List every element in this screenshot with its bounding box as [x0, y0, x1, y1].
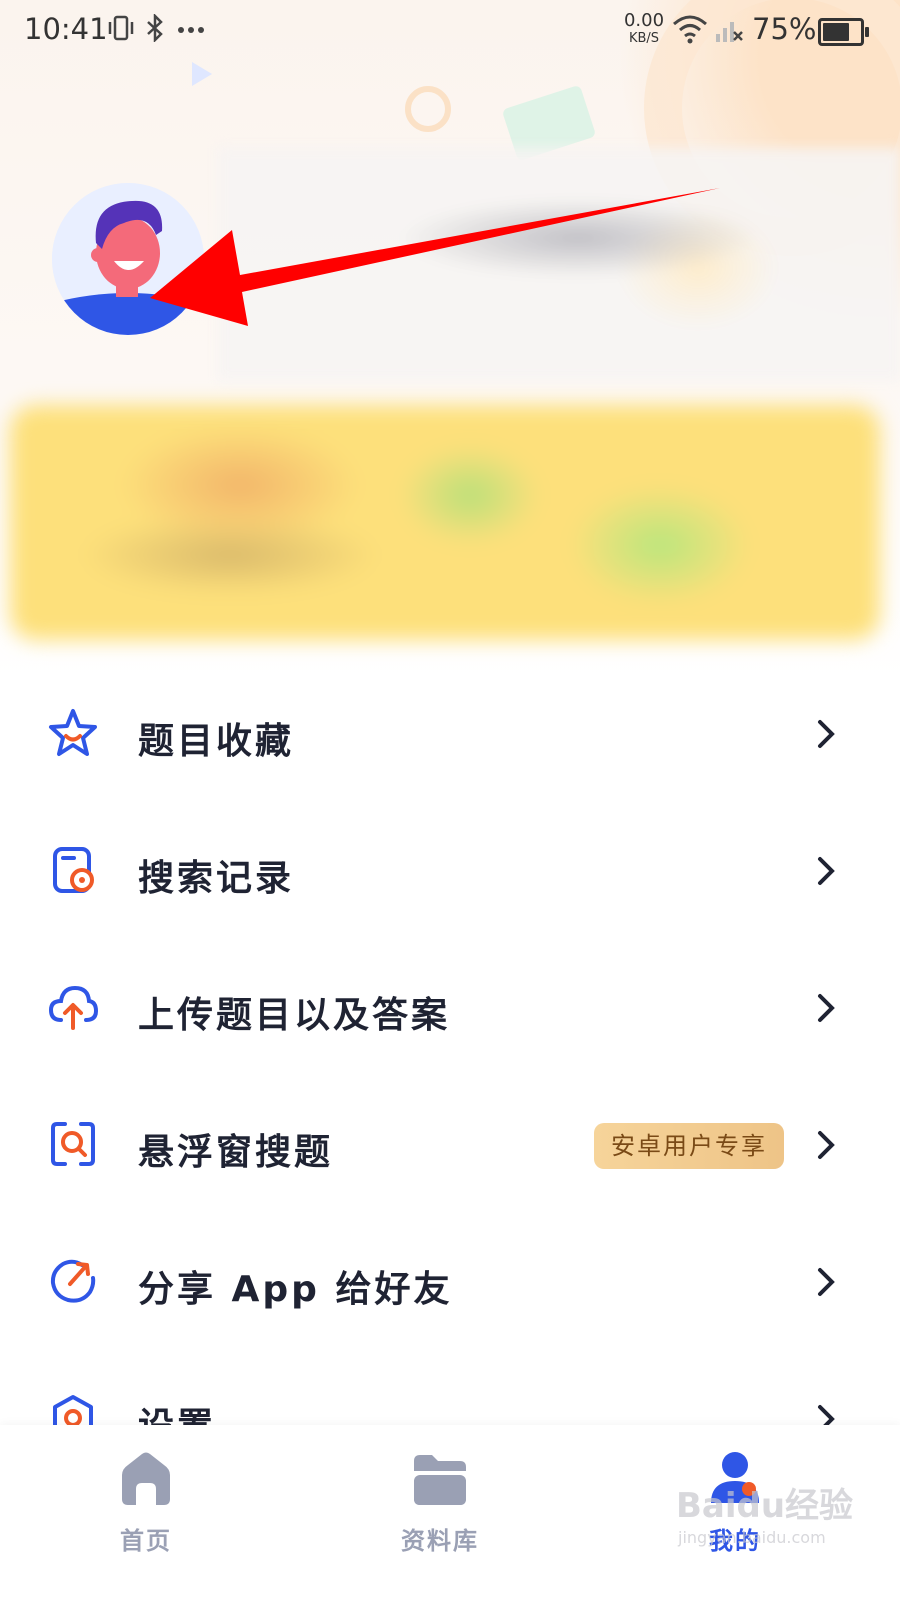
chevron-right-icon [818, 1268, 835, 1296]
signal-icon [714, 14, 744, 51]
search-history-icon [53, 847, 94, 893]
network-speed-unit: KB/S [628, 31, 660, 46]
baidu-jingyan-watermark: Baidu经验 [676, 1486, 854, 1526]
menu-item-search-history[interactable]: 搜索记录 [0, 805, 900, 925]
battery-fill [823, 23, 849, 41]
tab-home[interactable]: 首页 [56, 1425, 236, 1600]
menu-item-label: 分享 App 给好友 [138, 1269, 453, 1310]
menu-item-label: 悬浮窗搜题 [138, 1132, 334, 1173]
bluetooth-icon [145, 12, 165, 49]
status-bar: 10:41 0.00 KB/S 75% [0, 0, 900, 64]
home-icon [122, 1452, 170, 1505]
decorative-play-icon [192, 62, 212, 86]
decorative-search-icon [405, 86, 451, 132]
menu-item-settings[interactable]: 设置 [0, 1353, 900, 1425]
menu-item-favorites[interactable]: 题目收藏 [0, 668, 900, 788]
folder-icon [414, 1455, 466, 1505]
wifi-icon [672, 14, 708, 51]
network-speed: 0.00 KB/S [622, 12, 666, 48]
upload-cloud-icon [48, 985, 98, 1030]
share-icon [50, 1259, 96, 1303]
menu-item-label: 题目收藏 [138, 721, 295, 762]
menu-item-floating-search[interactable]: 悬浮窗搜题 安卓用户专享 [0, 1079, 900, 1199]
android-exclusive-badge: 安卓用户专享 [594, 1123, 784, 1169]
star-icon [49, 709, 97, 756]
settings-icon [53, 1395, 93, 1425]
menu-item-label: 设置 [138, 1397, 216, 1425]
tab-label: 首页 [120, 1527, 172, 1555]
tab-library[interactable]: 资料库 [350, 1425, 530, 1600]
menu-item-label: 上传题目以及答案 [138, 995, 451, 1036]
more-dots-icon [176, 14, 206, 49]
chevron-right-icon [818, 1131, 835, 1159]
red-arrow-annotation [150, 188, 720, 326]
menu-item-label: 搜索记录 [138, 858, 295, 899]
chevron-right-icon [818, 1405, 835, 1425]
chevron-right-icon [818, 720, 835, 748]
battery-icon [818, 18, 869, 46]
chevron-right-icon [818, 994, 835, 1022]
tab-label: 资料库 [401, 1527, 479, 1555]
watermark-url: jingyan.baidu.com [678, 1528, 826, 1547]
menu-item-upload[interactable]: 上传题目以及答案 [0, 942, 900, 1062]
blurred-promo-banner[interactable] [10, 405, 880, 640]
menu-item-share-app[interactable]: 分享 App 给好友 [0, 1216, 900, 1336]
floating-search-icon [51, 1122, 95, 1166]
network-speed-value: 0.00 [623, 10, 665, 31]
vibrate-icon [108, 14, 134, 49]
chevron-right-icon [818, 857, 835, 885]
status-time: 10:41 [24, 12, 108, 46]
battery-percent: 75% [752, 12, 817, 46]
